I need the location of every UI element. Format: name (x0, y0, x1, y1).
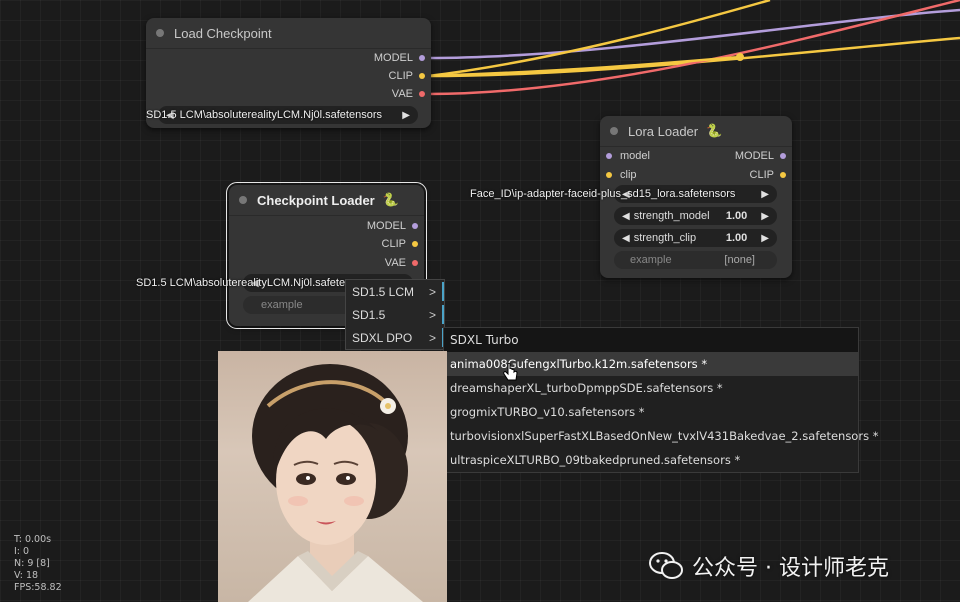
model-input-port-icon[interactable] (606, 153, 612, 159)
lora-name-value: Face_ID\ip-adapter-faceid-plus_sd15_lora… (470, 188, 736, 200)
node-title: Checkpoint Loader (257, 192, 375, 208)
collapse-dot-icon[interactable] (239, 196, 247, 204)
hand-cursor-icon (503, 362, 519, 388)
output-model[interactable]: MODEL (735, 150, 786, 162)
chevron-right-icon: > (428, 330, 436, 345)
strength-model-widget[interactable]: ◀ strength_model 1.00 ▶ (614, 207, 777, 225)
wechat-icon (649, 552, 683, 579)
collapse-dot-icon[interactable] (610, 127, 618, 135)
model-port-icon[interactable] (419, 55, 425, 61)
stat-i: I: 0 (14, 546, 30, 557)
vae-port-icon[interactable] (419, 91, 425, 97)
collapse-dot-icon[interactable] (156, 29, 164, 37)
increment-icon[interactable]: ▶ (761, 211, 769, 222)
ckpt-name-value: SD1.5 LCM\absoluterealityLCM.Nj0l.safete… (146, 109, 382, 121)
input-clip[interactable]: clip (606, 169, 637, 181)
submenu-item[interactable]: grogmixTURBO_v10.safetensors * (444, 400, 858, 424)
submenu-item[interactable]: turbovisionxlSuperFastXLBasedOnNew_tvxlV… (444, 424, 878, 448)
increment-icon[interactable]: ▶ (761, 233, 769, 244)
strength-clip-widget[interactable]: ◀ strength_clip 1.00 ▶ (614, 229, 777, 247)
clip-port-icon[interactable] (419, 73, 425, 79)
output-clip[interactable]: CLIP (750, 169, 786, 181)
connection-wires (427, 0, 960, 96)
next-arrow-icon[interactable]: ▶ (402, 110, 410, 121)
submenu-indicator (442, 282, 444, 301)
output-model[interactable]: MODEL (367, 220, 418, 232)
menu-item-sd15-lcm[interactable]: SD1.5 LCM > (346, 280, 444, 303)
node-title: Load Checkpoint (174, 25, 272, 41)
output-clip[interactable]: CLIP (389, 70, 425, 82)
lora-loader-title-bar[interactable]: Lora Loader 🐍 (600, 116, 792, 147)
watermark-text: 公众号 · 设计师老克 (692, 556, 889, 581)
chevron-right-icon: > (428, 307, 436, 322)
checkpoint-loader-title-bar[interactable]: Checkpoint Loader 🐍 (229, 185, 424, 216)
python-badge-icon: 🐍 (706, 123, 723, 138)
performance-stats: T: 0.00s I: 0 N: 9 [8] V: 18 FPS:58.82 (14, 534, 62, 594)
decrement-icon[interactable]: ◀ (622, 233, 630, 244)
clip-input-port-icon[interactable] (606, 172, 612, 178)
watermark: 公众号 · 设计师老克 (648, 550, 889, 582)
preview-image (218, 351, 447, 602)
clip-port-icon[interactable] (412, 241, 418, 247)
menu-item-sd15[interactable]: SD1.5 > (346, 303, 444, 326)
input-model[interactable]: model (606, 150, 650, 162)
clip-port-icon[interactable] (780, 172, 786, 178)
vae-port-icon[interactable] (412, 260, 418, 266)
load-checkpoint-title-bar[interactable]: Load Checkpoint (146, 18, 431, 49)
stat-v: V: 18 (14, 570, 39, 581)
next-arrow-icon[interactable]: ▶ (761, 189, 769, 200)
model-port-icon[interactable] (412, 223, 418, 229)
wire-reroute-dot[interactable] (736, 53, 744, 61)
menu-item-sdxl-dpo[interactable]: SDXL DPO > (346, 326, 444, 349)
example-widget[interactable]: example [none] (614, 251, 777, 269)
output-model[interactable]: MODEL (374, 52, 425, 64)
folder-context-menu: SD1.5 LCM > SD1.5 > SDXL DPO > (345, 279, 445, 350)
stat-nodes: N: 9 [8] (14, 558, 50, 569)
decrement-icon[interactable]: ◀ (622, 211, 630, 222)
output-vae[interactable]: VAE (392, 88, 425, 100)
submenu-item[interactable]: ultraspiceXLTURBO_09tbakedpruned.safeten… (444, 448, 858, 472)
chevron-right-icon: > (428, 284, 436, 299)
output-vae[interactable]: VAE (385, 257, 418, 269)
stat-time: T: 0.00s (14, 534, 52, 545)
submenu-header[interactable]: SDXL Turbo (444, 328, 858, 352)
node-title: Lora Loader (628, 123, 699, 139)
python-badge-icon: 🐍 (382, 192, 399, 207)
stat-fps: FPS:58.82 (14, 582, 62, 593)
output-clip[interactable]: CLIP (382, 238, 418, 250)
submenu-indicator (442, 305, 444, 324)
sdxl-turbo-submenu: SDXL Turbo anima008GufengxlTurbo.k12m.sa… (443, 327, 878, 473)
ckpt-name-value: SD1.5 LCM\absoluterealityLCM.Nj0l.safete… (136, 277, 372, 289)
model-port-icon[interactable] (780, 153, 786, 159)
